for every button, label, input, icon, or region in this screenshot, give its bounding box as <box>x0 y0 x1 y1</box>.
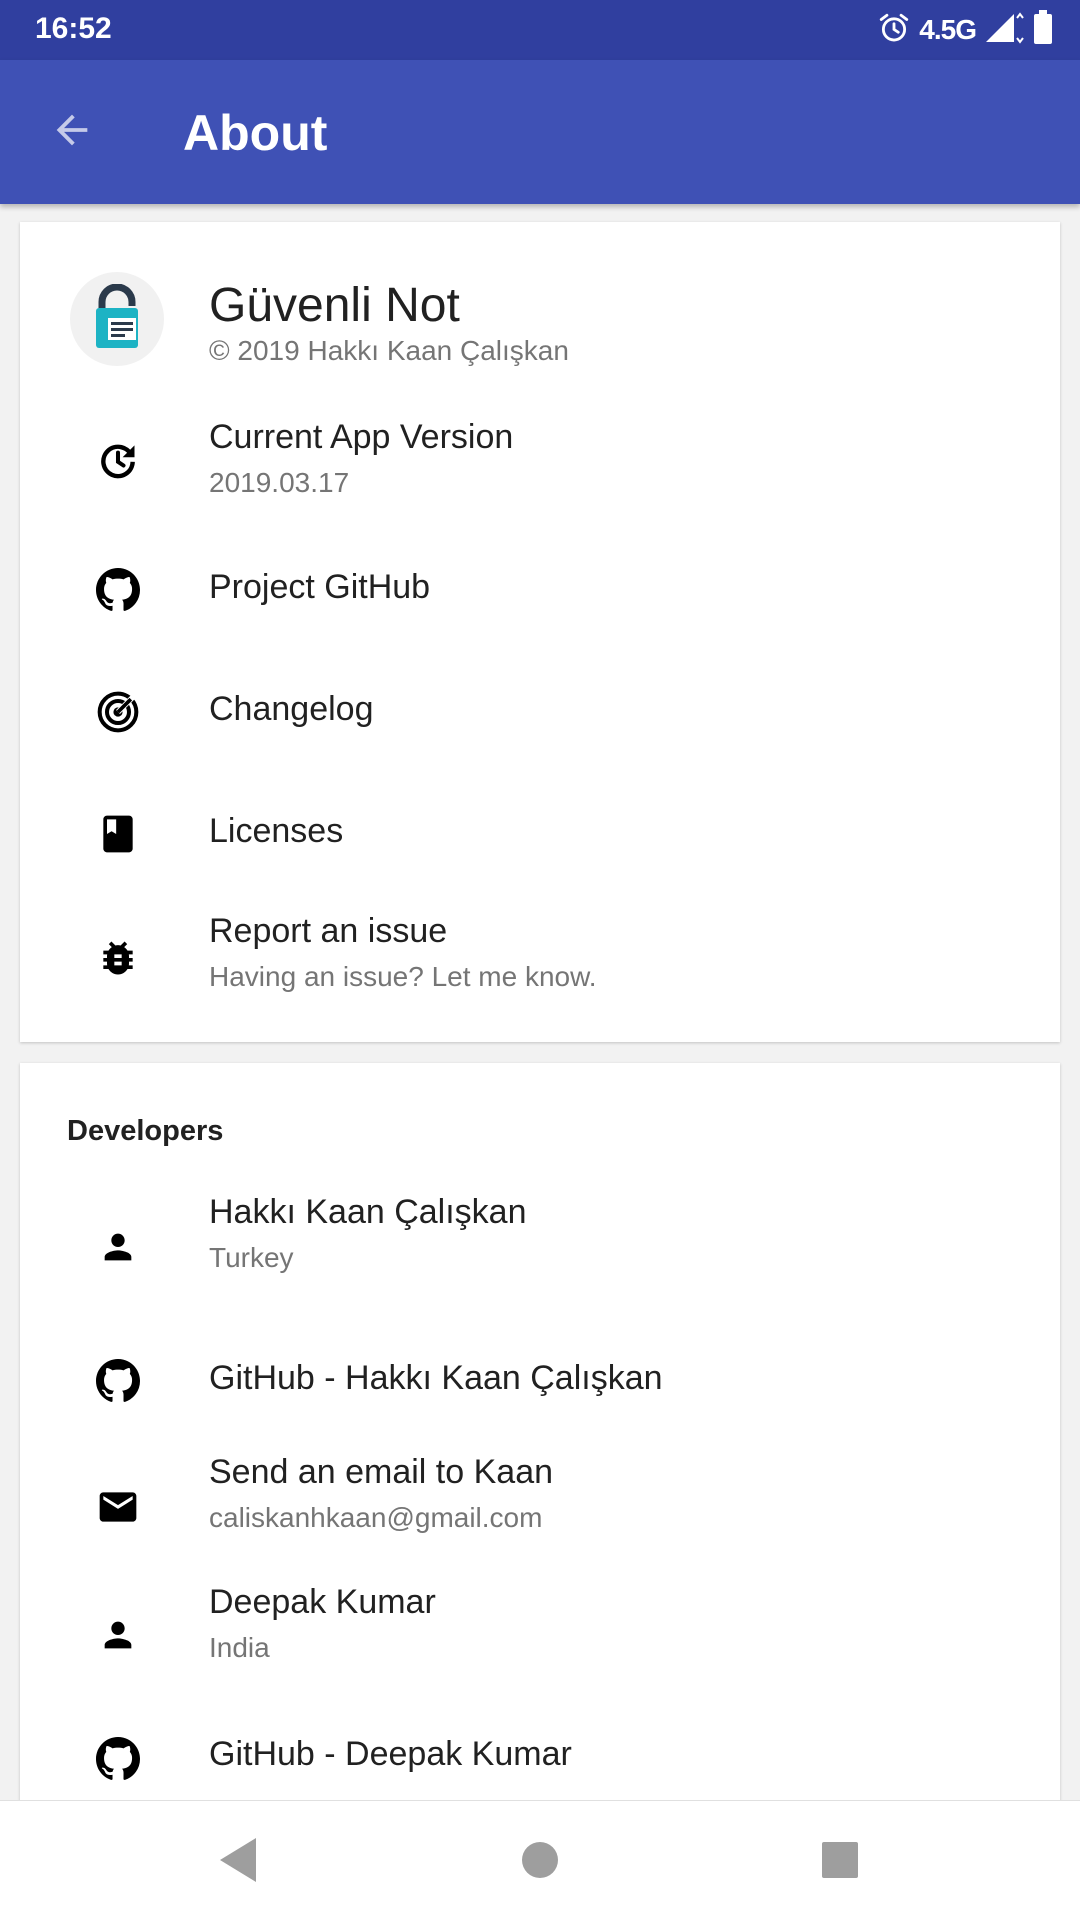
app-header: Güvenli Not © 2019 Hakkı Kaan Çalışkan <box>20 222 1060 372</box>
about-card: Güvenli Not © 2019 Hakkı Kaan Çalışkan C… <box>20 222 1060 1042</box>
github-icon <box>90 562 146 618</box>
nav-back-button[interactable] <box>203 1827 273 1897</box>
list-item-label: Deepak Kumar <box>209 1583 436 1621</box>
list-item-label: GitHub - Deepak Kumar <box>209 1735 572 1773</box>
list-item-label: Changelog <box>209 690 374 728</box>
page-title: About <box>183 105 328 161</box>
app-logo <box>70 272 164 366</box>
github-icon <box>90 1731 146 1787</box>
list-item-text: Send an email to Kaan caliskanhkaan@gmai… <box>209 1453 553 1534</box>
arrow-back-icon <box>49 107 95 158</box>
list-item-sublabel: India <box>209 1632 270 1663</box>
nav-back-icon <box>216 1836 260 1889</box>
changelog-icon <box>90 684 146 740</box>
nav-recents-button[interactable] <box>805 1827 875 1897</box>
status-icons: 4.5G <box>877 8 1054 52</box>
battery-icon <box>1032 9 1054 51</box>
list-item-sublabel: 2019.03.17 <box>209 467 350 498</box>
github-icon <box>90 1353 146 1409</box>
list-item-sublabel: Turkey <box>209 1242 294 1273</box>
list-item-label: Hakkı Kaan Çalışkan <box>209 1193 527 1231</box>
status-bar: 16:52 4.5G <box>0 0 1080 60</box>
person-icon <box>90 1219 146 1275</box>
section-title: Developers <box>67 1115 224 1147</box>
list-item-text: Hakkı Kaan Çalışkan Turkey <box>209 1193 527 1274</box>
list-item-text: GitHub - Hakkı Kaan Çalışkan <box>209 1359 663 1398</box>
update-icon <box>90 432 146 488</box>
list-item-text: Deepak Kumar India <box>209 1583 436 1664</box>
list-item-sublabel: Having an issue? Let me know. <box>209 961 597 992</box>
network-type: 4.5G <box>919 14 977 45</box>
copyright-text: © 2019 Hakkı Kaan Çalışkan <box>209 335 569 366</box>
screen: 16:52 4.5G About Güvenli Not © 2019 Hakk… <box>0 0 1080 1920</box>
list-item-project-github[interactable]: Project GitHub <box>20 540 1060 640</box>
person-icon <box>90 1607 146 1663</box>
app-info: Güvenli Not © 2019 Hakkı Kaan Çalışkan <box>209 278 569 367</box>
list-item-text: Report an issue Having an issue? Let me … <box>209 912 597 993</box>
nav-home-button[interactable] <box>505 1827 575 1897</box>
list-item-app-version[interactable]: Current App Version 2019.03.17 <box>20 400 1060 520</box>
list-item-label: Report an issue <box>209 912 448 950</box>
bug-icon <box>90 930 146 986</box>
list-item-label: GitHub - Hakkı Kaan Çalışkan <box>209 1359 663 1397</box>
list-item-developer-deepak[interactable]: Deepak Kumar India <box>20 1583 1060 1703</box>
book-icon <box>90 806 146 862</box>
list-item-text: Licenses <box>209 812 343 851</box>
developers-card: Developers Hakkı Kaan Çalışkan Turkey Gi… <box>20 1063 1060 1803</box>
list-item-licenses[interactable]: Licenses <box>20 784 1060 884</box>
app-name: Güvenli Not <box>209 279 460 332</box>
list-item-github-deepak[interactable]: GitHub - Deepak Kumar <box>20 1709 1060 1803</box>
list-item-text: Project GitHub <box>209 568 430 607</box>
list-item-github-kaan[interactable]: GitHub - Hakkı Kaan Çalışkan <box>20 1331 1060 1431</box>
lock-note-icon <box>92 283 142 355</box>
alarm-icon <box>877 11 911 50</box>
list-item-email-kaan[interactable]: Send an email to Kaan caliskanhkaan@gmai… <box>20 1453 1060 1573</box>
nav-recents-icon <box>820 1840 860 1885</box>
list-item-label: Licenses <box>209 812 344 850</box>
list-item-text: Current App Version 2019.03.17 <box>209 418 513 499</box>
list-item-developer-kaan[interactable]: Hakkı Kaan Çalışkan Turkey <box>20 1193 1060 1313</box>
list-item-text: Changelog <box>209 690 373 729</box>
navigation-bar <box>0 1800 1080 1920</box>
signal-icon <box>984 11 1024 49</box>
list-item-label: Send an email to Kaan <box>209 1453 554 1491</box>
status-time: 16:52 <box>35 12 112 45</box>
list-item-text: GitHub - Deepak Kumar <box>209 1735 572 1774</box>
list-item-sublabel: caliskanhkaan@gmail.com <box>209 1502 543 1533</box>
back-button[interactable] <box>36 102 108 162</box>
app-bar: About <box>0 60 1080 204</box>
nav-home-icon <box>520 1840 560 1885</box>
list-item-label: Project GitHub <box>209 568 431 606</box>
list-item-changelog[interactable]: Changelog <box>20 662 1060 762</box>
list-item-label: Current App Version <box>209 418 514 456</box>
list-item-report-issue[interactable]: Report an issue Having an issue? Let me … <box>20 902 1060 1022</box>
email-icon <box>90 1479 146 1535</box>
